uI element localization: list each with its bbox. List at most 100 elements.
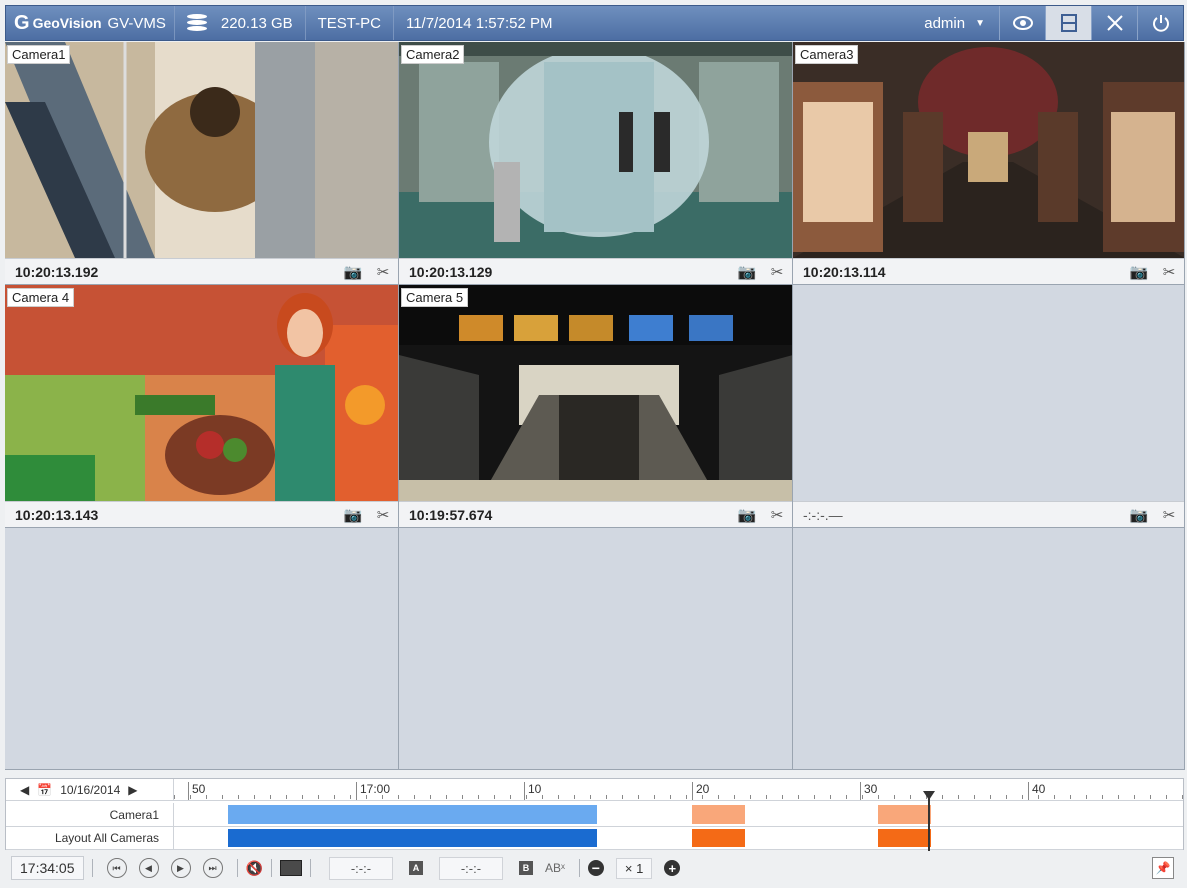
snapshot-camera-icon[interactable]: 📷 bbox=[338, 263, 368, 281]
speed-up-plus-icon[interactable]: + bbox=[664, 860, 681, 876]
snapshot-camera-icon: 📷 bbox=[1129, 506, 1149, 524]
camera-timestamp: 10:20:13.192 bbox=[15, 263, 99, 280]
ruler-tick: 20 bbox=[692, 782, 709, 800]
clear-ab-button[interactable]: ABˣ bbox=[545, 861, 565, 875]
shopping-arcade-image bbox=[793, 42, 1184, 258]
camera-feed[interactable]: Camera 4 bbox=[5, 285, 398, 501]
camera-status-bar: 10:19:57.674 📷 ✂ bbox=[399, 501, 792, 527]
empty-camera-tile[interactable] bbox=[793, 528, 1185, 770]
snapshot-camera-icon[interactable]: 📷 bbox=[1124, 263, 1154, 281]
camera-tile[interactable]: Camera 5 10:19:57.674 📷 ✂ bbox=[399, 285, 793, 528]
speed-down-minus-icon[interactable]: − bbox=[587, 860, 604, 876]
event-segment[interactable] bbox=[878, 805, 931, 824]
timeline-row-label: Layout All Cameras bbox=[6, 827, 174, 849]
snapshot-camera-icon[interactable]: 📷 bbox=[338, 506, 368, 524]
play-icon[interactable]: ▶ bbox=[170, 858, 191, 878]
date-navigator: ◀ 📅 10/16/2014 ▶ bbox=[6, 779, 174, 800]
mark-a-button[interactable]: A bbox=[408, 861, 423, 875]
empty-camera-tile[interactable]: -:-:-.— 📷 ✂ bbox=[793, 285, 1185, 528]
event-segment[interactable] bbox=[878, 829, 931, 847]
settings-tools-icon[interactable]: ✂ bbox=[1154, 263, 1184, 281]
current-datetime: 11/7/2014 1:57:52 PM bbox=[405, 14, 553, 32]
camera-label: Camera2 bbox=[401, 45, 465, 64]
mark-b-time-field[interactable]: -:-:- bbox=[438, 856, 503, 880]
camera-grid: Camera1 10:20:13.192 📷 ✂ Camera2 10:20:1… bbox=[5, 42, 1187, 770]
fullscreen-icon[interactable] bbox=[279, 860, 302, 876]
revolving-door-image bbox=[399, 42, 792, 258]
timeline-row: Camera1 bbox=[6, 803, 1183, 827]
live-view-button[interactable] bbox=[999, 6, 1045, 40]
ruler-tick: 50 bbox=[188, 782, 205, 800]
camera-timestamp: 10:20:13.143 bbox=[15, 506, 99, 523]
camera-tile[interactable]: Camera 4 10:20:13.143 📷 ✂ bbox=[5, 285, 399, 528]
ruler-tick: 30 bbox=[860, 782, 877, 800]
timeline-row-label: Camera1 bbox=[6, 803, 174, 826]
time-ruler[interactable]: 50 17:00 10 20 30 40 bbox=[174, 779, 1183, 801]
mark-a-time-field[interactable]: -:-:- bbox=[328, 856, 393, 880]
settings-tools-icon[interactable]: ✂ bbox=[1154, 506, 1184, 524]
settings-button[interactable] bbox=[1091, 6, 1137, 40]
camera-timestamp: 10:20:13.129 bbox=[409, 263, 493, 280]
camera-status-bar: 10:20:13.192 📷 ✂ bbox=[5, 258, 398, 284]
timeline-row: Layout All Cameras bbox=[6, 827, 1183, 850]
brand-name: GeoVision bbox=[32, 15, 102, 31]
event-segment[interactable] bbox=[692, 805, 745, 824]
eye-icon bbox=[1012, 16, 1033, 30]
snapshot-camera-icon[interactable]: 📷 bbox=[732, 263, 762, 281]
recording-segment[interactable] bbox=[228, 805, 597, 824]
settings-tools-icon[interactable]: ✂ bbox=[762, 263, 792, 281]
ruler-tick: 10 bbox=[524, 782, 541, 800]
camera-status-bar: 10:20:13.129 📷 ✂ bbox=[399, 258, 792, 284]
camera-timestamp: 10:20:13.114 bbox=[803, 263, 886, 280]
pc-name: TEST-PC bbox=[317, 14, 381, 32]
camera-label: Camera3 bbox=[795, 45, 859, 64]
camera-tile[interactable]: Camera3 10:20:13.114 📷 ✂ bbox=[793, 42, 1185, 285]
mall-atrium-image bbox=[5, 42, 398, 258]
playback-button[interactable] bbox=[1045, 6, 1091, 40]
database-icon bbox=[186, 14, 207, 32]
camera-feed[interactable]: Camera1 bbox=[5, 42, 398, 258]
camera-feed[interactable]: Camera3 bbox=[793, 42, 1184, 258]
empty-camera-tile[interactable] bbox=[399, 528, 793, 770]
empty-camera-tile[interactable] bbox=[5, 528, 399, 770]
camera-label: Camera 5 bbox=[401, 288, 469, 307]
settings-tools-icon[interactable]: ✂ bbox=[762, 506, 792, 524]
previous-day-arrow-icon[interactable]: ◀ bbox=[20, 783, 29, 797]
playback-speed: × 1 bbox=[615, 857, 653, 879]
camera-feed[interactable]: Camera 5 bbox=[399, 285, 792, 501]
logout-button[interactable] bbox=[1137, 6, 1183, 40]
camera-feed[interactable]: Camera2 bbox=[399, 42, 792, 258]
recording-segment[interactable] bbox=[228, 829, 597, 847]
settings-tools-icon[interactable]: ✂ bbox=[368, 263, 398, 281]
camera-timestamp: -:-:-.— bbox=[803, 506, 843, 523]
event-segment[interactable] bbox=[692, 829, 745, 847]
step-back-icon[interactable]: ◀ bbox=[138, 858, 159, 878]
chevron-down-icon: ▼ bbox=[975, 17, 985, 29]
user-name: admin bbox=[924, 14, 966, 32]
camera-tile[interactable]: Camera1 10:20:13.192 📷 ✂ bbox=[5, 42, 399, 285]
settings-tools-icon[interactable]: ✂ bbox=[368, 506, 398, 524]
calendar-icon[interactable]: 📅 bbox=[37, 783, 52, 797]
camera-tile[interactable]: Camera2 10:20:13.129 📷 ✂ bbox=[399, 42, 793, 285]
playback-toolbar: 17:34:05 ⏮ ◀ ▶ ⏭ 🔇 -:-:- A -:-:- B ABˣ −… bbox=[5, 852, 1184, 884]
tools-icon bbox=[1106, 15, 1123, 31]
snapshot-camera-icon[interactable]: 📷 bbox=[732, 506, 762, 524]
skip-to-start-icon[interactable]: ⏮ bbox=[106, 858, 127, 878]
camera-label: Camera 4 bbox=[7, 288, 75, 307]
storage-indicator: 220.13 GB bbox=[175, 6, 305, 40]
playback-time: 17:34:05 bbox=[11, 856, 84, 880]
camera-status-bar: 10:20:13.114 📷 ✂ bbox=[793, 258, 1184, 284]
mute-audio-icon[interactable]: 🔇 bbox=[246, 860, 263, 877]
playhead-marker[interactable] bbox=[923, 791, 935, 851]
film-icon bbox=[1060, 14, 1077, 32]
skip-to-end-icon[interactable]: ⏭ bbox=[202, 858, 223, 878]
next-day-arrow-icon[interactable]: ▶ bbox=[128, 783, 137, 797]
timeline-ruler-row: ◀ 📅 10/16/2014 ▶ 50 17:00 10 20 30 40 bbox=[6, 779, 1183, 801]
camera-status-bar: -:-:-.— 📷 ✂ bbox=[793, 501, 1184, 527]
mark-b-button[interactable]: B bbox=[518, 861, 533, 875]
product-name: GV-VMS bbox=[107, 14, 166, 32]
user-menu[interactable]: admin ▼ bbox=[910, 6, 999, 40]
timeline-date[interactable]: 10/16/2014 bbox=[60, 783, 120, 797]
top-bar: G GeoVision GV-VMS 220.13 GB TEST-PC 11/… bbox=[5, 5, 1184, 41]
pin-icon[interactable]: 📌 bbox=[1152, 857, 1174, 879]
